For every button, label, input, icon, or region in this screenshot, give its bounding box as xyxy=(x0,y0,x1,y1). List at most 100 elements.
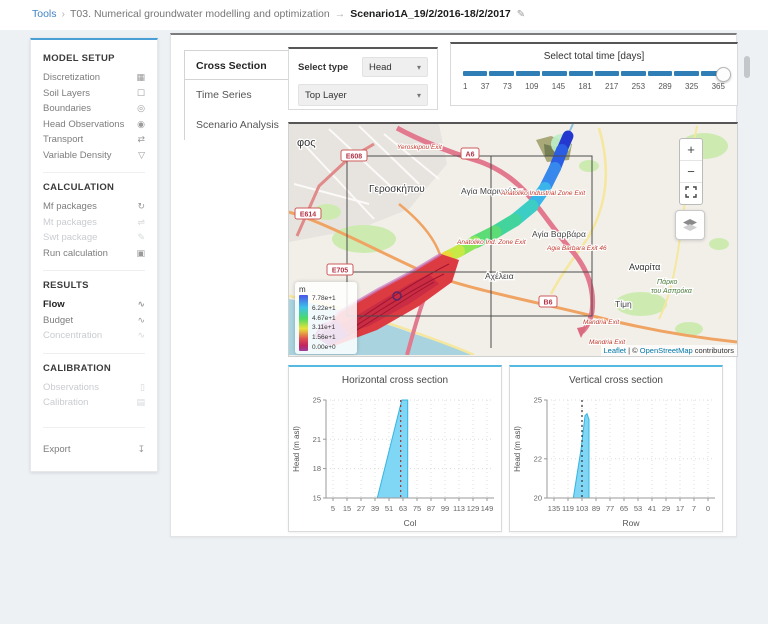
svg-text:Anatoliko Ind. Zone Exit: Anatoliko Ind. Zone Exit xyxy=(456,239,527,246)
svg-text:17: 17 xyxy=(676,504,684,513)
svg-text:53: 53 xyxy=(634,504,642,513)
legend-gradient-bar xyxy=(299,295,308,351)
section-model-setup: MODEL SETUP Discretization▦ Soil Layers☐… xyxy=(43,44,145,163)
svg-text:18: 18 xyxy=(313,464,321,473)
time-slider-ticks: 13773109145181217253289325365 xyxy=(463,82,725,91)
svg-text:27: 27 xyxy=(357,504,365,513)
svg-text:Αγία Βαρβάρα: Αγία Βαρβάρα xyxy=(532,229,586,239)
time-slider-title: Select total time [days] xyxy=(463,51,725,62)
map[interactable]: φος Γεροσκήπου Αγία Μαρινούδα Αγία Βαρβά… xyxy=(288,122,738,357)
section-title: CALCULATION xyxy=(43,182,145,193)
sidebar-item-mf-packages[interactable]: Mf packages↻ xyxy=(43,199,145,215)
layers-button[interactable] xyxy=(675,210,705,240)
svg-text:41: 41 xyxy=(648,504,656,513)
svg-text:25: 25 xyxy=(313,396,321,405)
sidebar-item-boundaries[interactable]: Boundaries◎ xyxy=(43,101,145,117)
zoom-out-button[interactable]: − xyxy=(680,161,702,183)
sidebar-item-mt-packages: Mt packages⇌ xyxy=(43,215,145,231)
eye-icon: ◉ xyxy=(137,119,145,130)
svg-text:Πάρκο: Πάρκο xyxy=(657,278,677,286)
svg-text:113: 113 xyxy=(453,504,465,513)
fullscreen-button[interactable] xyxy=(680,183,702,204)
layers-icon xyxy=(682,218,698,232)
sidebar-item-flow[interactable]: Flow∿ xyxy=(43,297,145,313)
time-slider-panel: Select total time [days] 137731091451812… xyxy=(450,42,738,106)
sidebar-item-head-observations[interactable]: Head Observations◉ xyxy=(43,117,145,133)
map-attribution: Leaflet | © OpenStreetMap contributors xyxy=(601,345,738,356)
filter-icon: ▽ xyxy=(138,150,145,161)
time-slider-track[interactable] xyxy=(463,71,725,76)
sidebar-item-run-calculation[interactable]: Run calculation▣ xyxy=(43,246,145,262)
sidebar-item-discretization[interactable]: Discretization▦ xyxy=(43,70,145,86)
svg-text:75: 75 xyxy=(413,504,421,513)
svg-text:Αχέλεια: Αχέλεια xyxy=(485,271,514,281)
section-export: Export↧ xyxy=(43,427,145,458)
svg-text:21: 21 xyxy=(313,435,321,444)
calendar-icon: ▦ xyxy=(136,72,145,83)
select-type-panel: Select type Head ▾ Top Layer ▾ xyxy=(288,47,438,110)
svg-text:22: 22 xyxy=(534,454,542,463)
svg-text:103: 103 xyxy=(576,504,589,513)
leaflet-link[interactable]: Leaflet xyxy=(604,346,627,355)
section-title: MODEL SETUP xyxy=(43,53,145,64)
breadcrumb-project[interactable]: T03. Numerical groundwater modelling and… xyxy=(70,8,330,20)
osm-link[interactable]: OpenStreetMap xyxy=(640,346,693,355)
top-bar: Tools › T03. Numerical groundwater modelli… xyxy=(0,0,768,30)
svg-text:Αναρίτα: Αναρίτα xyxy=(629,262,660,272)
type-dropdown[interactable]: Head ▾ xyxy=(362,57,428,77)
pencil-icon: ✎ xyxy=(137,232,145,243)
edit-pencil-icon[interactable]: ✎ xyxy=(517,9,525,20)
svg-text:Anatoliko Industrial Zone Exit: Anatoliko Industrial Zone Exit xyxy=(500,190,586,197)
sidebar-item-calibration: Calibration▤ xyxy=(43,395,145,411)
section-results: RESULTS Flow∿ Budget∿ Concentration∿ xyxy=(43,270,145,344)
section-calculation: CALCULATION Mf packages↻ Mt packages⇌ Sw… xyxy=(43,172,145,261)
file-icon: ▯ xyxy=(140,382,145,393)
book-icon: ▤ xyxy=(136,397,145,408)
svg-text:Head (m asl): Head (m asl) xyxy=(513,426,522,472)
sidebar-item-export[interactable]: Export↧ xyxy=(43,442,145,458)
sidebar-item-transport[interactable]: Transport⇄ xyxy=(43,132,145,148)
scrollbar-thumb[interactable] xyxy=(744,56,750,78)
sidebar-item-variable-density[interactable]: Variable Density▽ xyxy=(43,148,145,164)
zoom-in-button[interactable]: + xyxy=(680,139,702,161)
breadcrumb-tools-link[interactable]: Tools xyxy=(32,8,57,20)
breadcrumb-separator: › xyxy=(62,8,66,20)
svg-text:Τίμη: Τίμη xyxy=(615,299,632,309)
svg-text:29: 29 xyxy=(662,504,670,513)
svg-text:του Ασπρόκα: του Ασπρόκα xyxy=(651,287,693,295)
svg-text:Row: Row xyxy=(622,518,640,528)
chart-line-icon: ∿ xyxy=(137,330,145,341)
time-slider-handle[interactable] xyxy=(716,67,731,82)
section-title: RESULTS xyxy=(43,280,145,291)
svg-text:119: 119 xyxy=(562,504,574,513)
svg-text:77: 77 xyxy=(606,504,614,513)
svg-text:φος: φος xyxy=(297,137,316,149)
color-scale-legend: m 7.78e+1 6.22e+1 4.67e+1 3.11e+1 1.56e+… xyxy=(295,282,357,354)
sidebar-item-budget[interactable]: Budget∿ xyxy=(43,313,145,329)
svg-text:Col: Col xyxy=(404,518,417,528)
svg-text:20: 20 xyxy=(534,494,542,503)
svg-text:15: 15 xyxy=(343,504,351,513)
svg-text:Mandria Exit: Mandria Exit xyxy=(583,319,620,326)
sidebar-item-swt-package: Swt package✎ xyxy=(43,230,145,246)
svg-text:87: 87 xyxy=(427,504,435,513)
svg-text:E614: E614 xyxy=(300,212,316,219)
legend-unit: m xyxy=(299,285,353,294)
svg-text:B6: B6 xyxy=(544,300,553,307)
vertical-cross-section-chart: 1351191038977655341291770202225RowHead (… xyxy=(510,393,722,529)
download-icon: ↧ xyxy=(137,444,145,455)
map-marker-icon: ◎ xyxy=(137,103,145,114)
exchange-icon: ⇌ xyxy=(137,217,145,228)
svg-text:E608: E608 xyxy=(346,154,362,161)
svg-text:5: 5 xyxy=(331,504,335,513)
svg-text:89: 89 xyxy=(592,504,600,513)
sidebar-item-soil-layers[interactable]: Soil Layers☐ xyxy=(43,86,145,102)
chevron-down-icon: ▾ xyxy=(417,91,421,100)
content-container: Cross Section Time Series Scenario Analy… xyxy=(170,33,737,537)
svg-text:Γεροσκήπου: Γεροσκήπου xyxy=(369,183,425,195)
vertical-cross-section-card: Vertical cross section 13511910389776553… xyxy=(509,365,723,532)
layer-dropdown[interactable]: Top Layer ▾ xyxy=(298,84,428,106)
svg-text:99: 99 xyxy=(441,504,449,513)
map-zoom-controls: + − xyxy=(679,138,703,205)
breadcrumb-arrow: → xyxy=(335,8,346,20)
